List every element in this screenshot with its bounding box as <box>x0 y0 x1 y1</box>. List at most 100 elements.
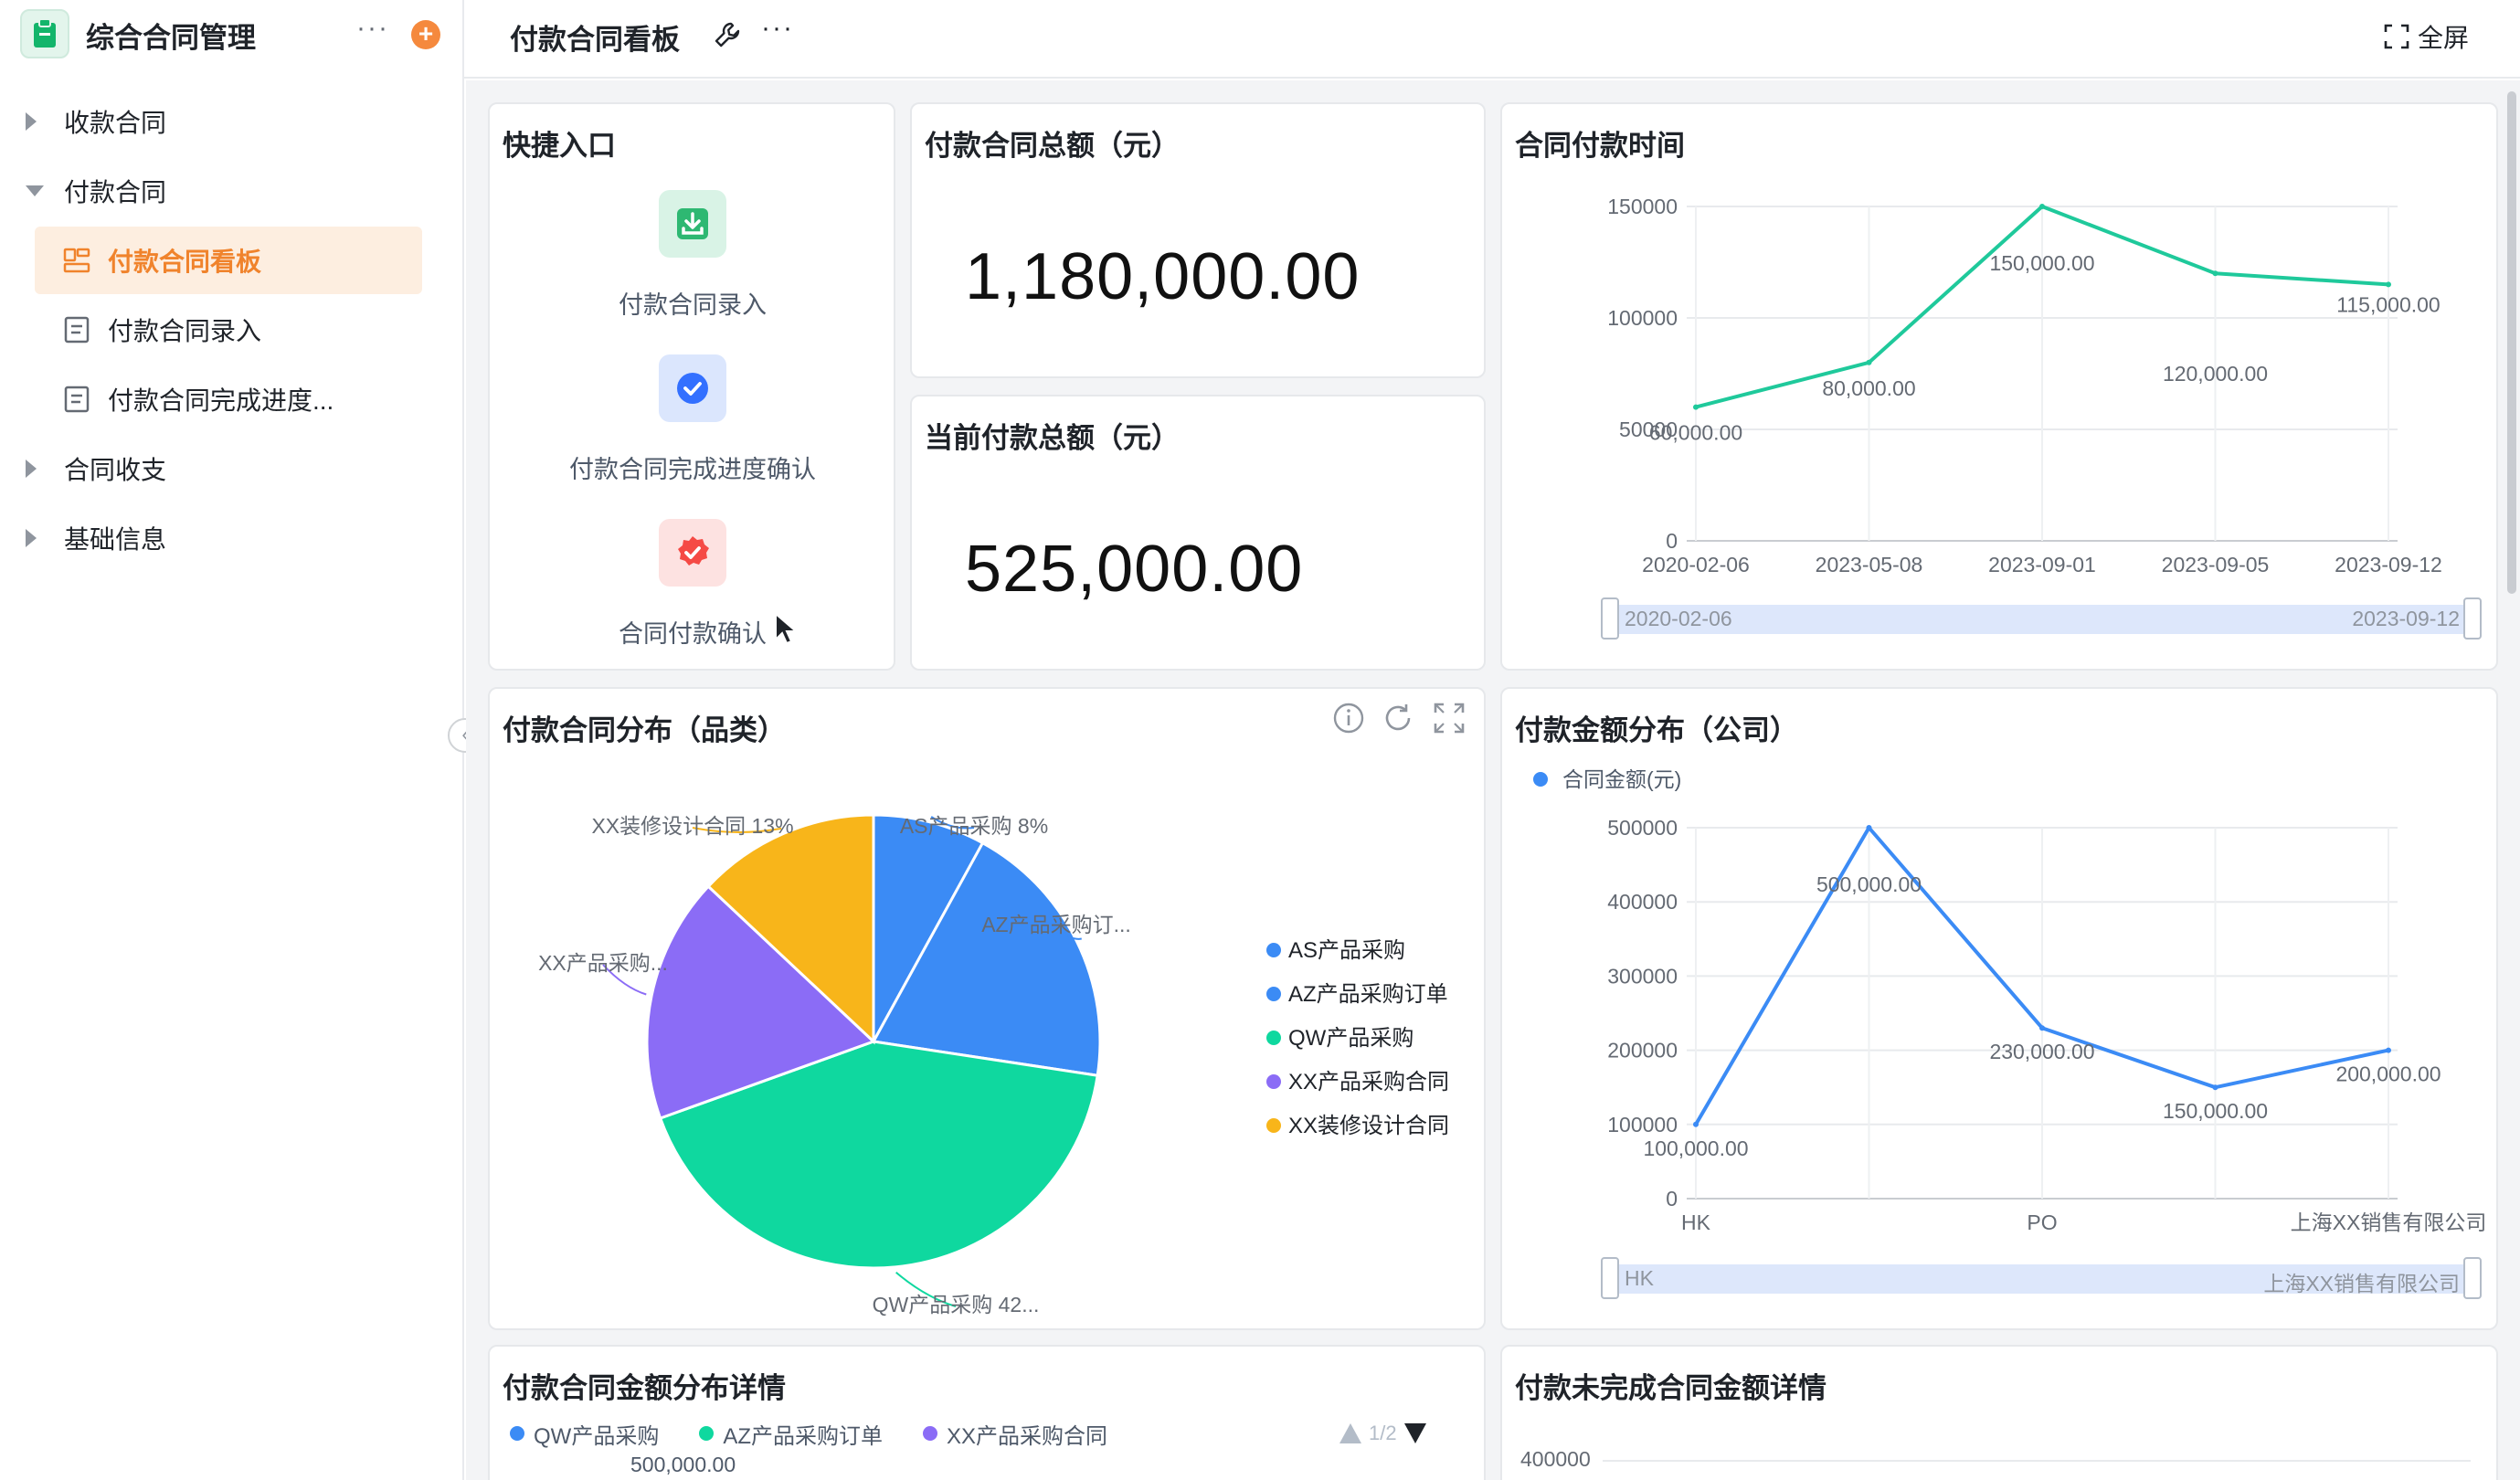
sidebar-item-entry[interactable]: 付款合同录入 <box>35 296 422 364</box>
range-end-label: 上海XX销售有限公司 <box>2263 1272 2460 1295</box>
range-handle-left[interactable] <box>1601 1257 1619 1299</box>
legend-label: AZ产品采购订单 <box>723 1423 883 1449</box>
data-label: 500,000.00 <box>1816 872 1922 896</box>
y-tick-label: 400000 <box>1607 890 1678 914</box>
legend-marker <box>1533 772 1548 787</box>
data-label: 60,000.00 <box>1649 421 1742 445</box>
y-tick-label: 500000 <box>1607 816 1678 840</box>
company-amount-card: 付款金额分布（公司） 0 100000 200000 300000 400000 5000… <box>1500 687 2498 1330</box>
legend-label: QW产品采购 <box>534 1423 660 1449</box>
legend-label: 合同金额(元) <box>1562 767 1681 791</box>
data-label: 100,000.00 <box>1643 1136 1748 1160</box>
badge-check-icon <box>659 519 726 587</box>
range-handle-left[interactable] <box>1601 597 1619 640</box>
add-button[interactable]: + <box>411 20 440 49</box>
legend-marker <box>510 1426 524 1441</box>
quick-entry-label: 付款合同录入 <box>619 291 767 319</box>
card-title: 当前付款总额（元） <box>925 422 1180 454</box>
legend-pager[interactable]: 1/2 <box>1338 1422 1428 1445</box>
legend-item[interactable]: XX产品采购合同 <box>923 1420 1108 1449</box>
quick-entry-label: 合同付款确认 <box>619 620 767 648</box>
data-label: 120,000.00 <box>2163 362 2268 386</box>
legend-marker <box>1266 987 1281 1001</box>
data-point <box>1866 359 1872 365</box>
legend-marker <box>699 1426 715 1441</box>
legend-item[interactable]: QW产品采购 <box>510 1420 660 1449</box>
legend-label: QW产品采购 <box>1288 1026 1414 1051</box>
legend-marker <box>1266 1031 1281 1045</box>
data-point <box>2212 270 2218 277</box>
x-tick-label: 2023-09-05 <box>2162 553 2270 576</box>
legend-label: XX装修设计合同 <box>1288 1114 1449 1138</box>
data-label: 230,000.00 <box>1989 1040 2094 1063</box>
more-icon[interactable]: ··· <box>356 13 389 44</box>
grid-line <box>1603 1460 2471 1462</box>
sidebar-group-balance[interactable]: 合同收支 <box>0 437 464 501</box>
caret-right-icon <box>26 529 37 547</box>
data-point <box>2386 1047 2391 1053</box>
x-tick-label: 2023-09-01 <box>1988 553 2096 576</box>
range-end-label: 2023-09-12 <box>2352 607 2460 630</box>
legend-label: XX产品采购合同 <box>947 1423 1108 1449</box>
x-tick-label: 2023-05-08 <box>1816 553 1923 576</box>
quick-entry-item[interactable]: 付款合同完成进度确认 <box>490 354 895 485</box>
payment-time-chart: 0500001000001500002020-02-06 2023-05-08 20… <box>1607 195 2442 576</box>
x-tick-label: PO <box>2027 1210 2057 1234</box>
total-amount-value: 1,180,000.00 <box>965 240 1361 313</box>
wrench-icon[interactable] <box>711 18 744 51</box>
page-down-icon[interactable] <box>1403 1422 1428 1445</box>
group-label: 收款合同 <box>64 109 167 137</box>
y-tick-label: 400000 <box>1520 1447 1591 1471</box>
y-tick-label: 100000 <box>1607 306 1678 330</box>
time-range-slider[interactable] <box>1603 605 2471 634</box>
more-icon[interactable]: ··· <box>761 13 794 44</box>
data-point <box>2386 281 2391 288</box>
y-tick-label: 200000 <box>1607 1039 1678 1062</box>
sidebar-item-progress[interactable]: 付款合同完成进度... <box>35 365 422 433</box>
payment-time-card: 合同付款时间 0 50000 100000 150000 2020-02-06 2023-… <box>1500 102 2498 671</box>
x-tick-label: 2023-09-12 <box>2335 553 2442 576</box>
download-icon <box>659 190 726 258</box>
current-amount-value: 525,000.00 <box>965 533 1304 606</box>
card-title: 付款未完成合同金额详情 <box>1515 1372 1826 1404</box>
scrollbar[interactable] <box>2507 91 2516 594</box>
data-point <box>2212 1084 2218 1091</box>
sidebar-item-dashboard[interactable]: 付款合同看板 <box>35 227 422 294</box>
legend-marker <box>1266 1074 1281 1089</box>
data-label: 115,000.00 <box>2336 292 2440 316</box>
group-label: 合同收支 <box>64 456 167 484</box>
slice-label: XX装修设计合同 13% <box>591 814 793 838</box>
slice-label: AZ产品采购订... <box>981 913 1131 936</box>
sidebar-item-label: 付款合同录入 <box>108 317 262 345</box>
range-handle-right[interactable] <box>2463 1257 2482 1299</box>
category-pie-card: 付款合同分布（品类） AS产品采购 8% AZ产品采购订... QW产品采购 42.… <box>488 687 1486 1330</box>
legend-marker <box>923 1426 937 1441</box>
data-label: 150,000.00 <box>2163 1099 2268 1123</box>
form-icon <box>64 316 90 344</box>
quick-entry-item[interactable]: 合同付款确认 <box>490 519 895 650</box>
caret-right-icon <box>26 460 37 478</box>
group-label: 付款合同 <box>64 178 167 206</box>
range-start-label: 2020-02-06 <box>1625 607 1732 630</box>
y-tick-label: 100000 <box>1607 1113 1678 1136</box>
page-up-icon[interactable] <box>1338 1422 1363 1445</box>
category-pie-chart: AS产品采购 8% AZ产品采购订... QW产品采购 42... XX产品采购...… <box>538 813 1449 1316</box>
app-title: 综合合同管理 <box>86 22 256 54</box>
legend-label: XX产品采购合同 <box>1288 1070 1449 1094</box>
sidebar-item-label: 付款合同看板 <box>108 248 262 276</box>
sidebar-group-basic-info[interactable]: 基础信息 <box>0 506 464 570</box>
range-handle-right[interactable] <box>2463 597 2482 640</box>
slice-label: QW产品采购 42... <box>873 1293 1040 1316</box>
sidebar-group-receivable[interactable]: 收款合同 <box>0 90 464 153</box>
legend-item[interactable]: AZ产品采购订单 <box>699 1420 883 1449</box>
legend-marker <box>1266 1118 1281 1133</box>
current-amount-card: 当前付款总额（元） 525,000.00 <box>910 395 1486 671</box>
data-label: 80,000.00 <box>1822 376 1915 400</box>
fullscreen-button[interactable]: 全屏 <box>2383 18 2469 55</box>
quick-entry-item[interactable]: 付款合同录入 <box>490 190 895 321</box>
total-amount-card: 付款合同总额（元） 1,180,000.00 <box>910 102 1486 378</box>
card-title: 快捷入口 <box>503 130 616 162</box>
check-circle-icon <box>659 354 726 422</box>
sidebar: 综合合同管理 ··· + 收款合同 付款合同 付款合同看板 付款合同录入 付款合… <box>0 0 464 1480</box>
sidebar-group-payable[interactable]: 付款合同 <box>0 159 464 223</box>
